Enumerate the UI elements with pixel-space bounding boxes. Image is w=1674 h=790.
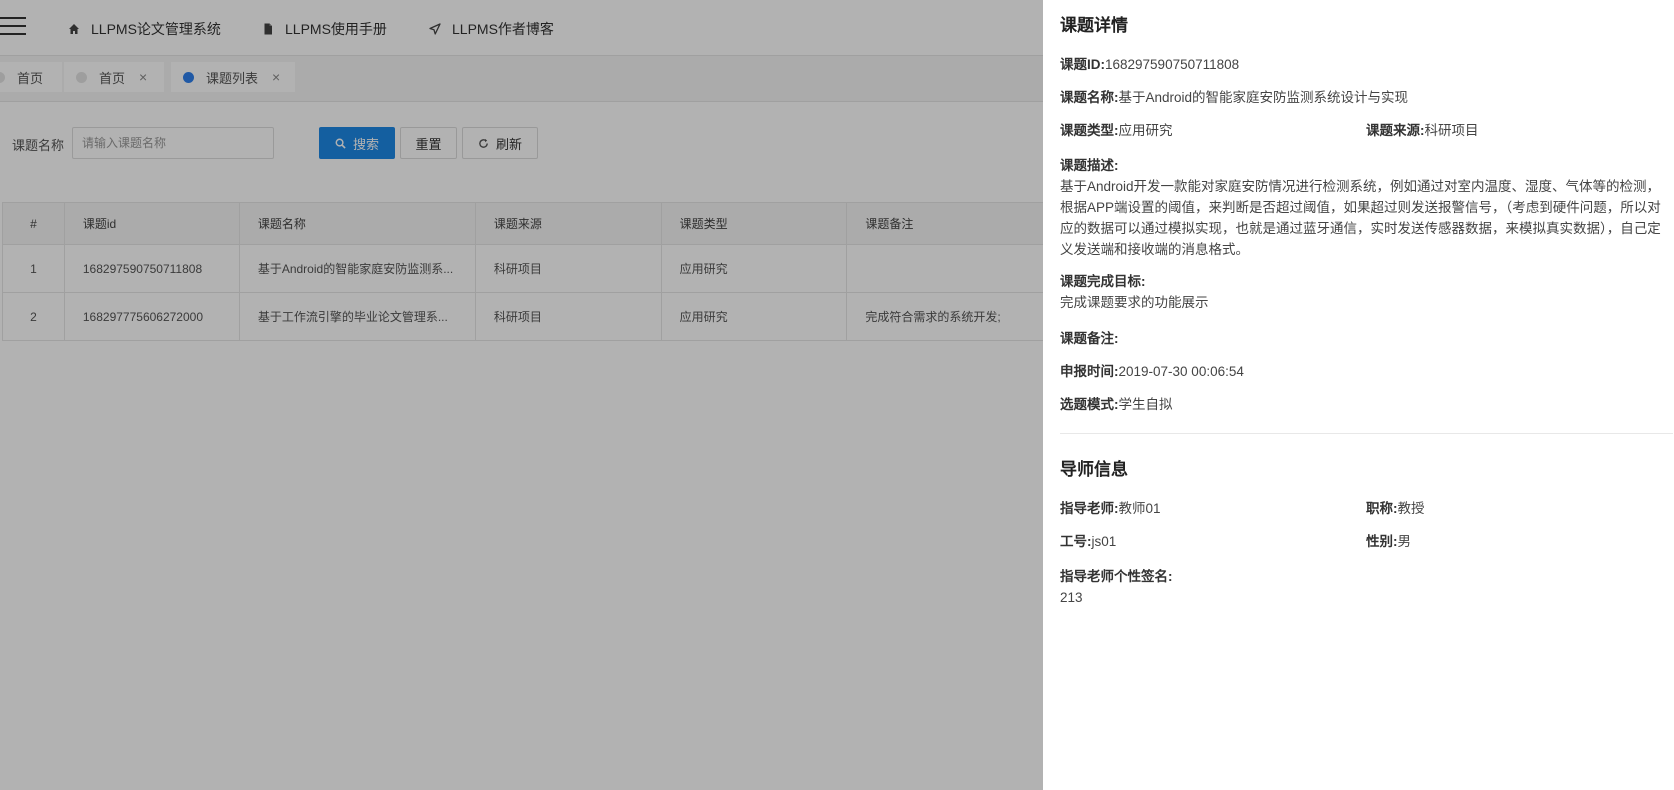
tutor-gender-field: 性别:男 — [1366, 534, 1411, 549]
detail-title: 课题详情 — [1060, 16, 1128, 35]
section-divider — [1060, 433, 1673, 434]
topic-id-field: 课题ID:168297590750711808 — [1060, 57, 1240, 72]
topic-detail-drawer: 课题详情 课题ID:168297590750711808 课题名称:基于Andr… — [1043, 0, 1674, 790]
topic-goal-field: 课题完成目标: 完成课题要求的功能展示 — [1060, 274, 1209, 310]
tutor-title: 导师信息 — [1060, 460, 1128, 479]
tutor-number-field: 工号:js01 — [1060, 534, 1117, 549]
topic-remark-field: 课题备注: — [1060, 331, 1119, 346]
tutor-name-field: 指导老师:教师01 — [1060, 501, 1161, 516]
topic-name-field: 课题名称:基于Android的智能家庭安防监测系统设计与实现 — [1060, 90, 1409, 105]
topic-description-field: 课题描述: 基于Android开发一款能对家庭安防情况进行检测系统，例如通过对室… — [1060, 158, 1661, 257]
submit-time-field: 申报时间:2019-07-30 00:06:54 — [1060, 364, 1244, 379]
tutor-rank-field: 职称:教授 — [1366, 501, 1425, 516]
selection-mode-field: 选题模式:学生自拟 — [1060, 397, 1173, 412]
topic-source-field: 课题来源:科研项目 — [1366, 123, 1479, 138]
tutor-signature-field: 指导老师个性签名: 213 — [1060, 569, 1173, 605]
topic-type-field: 课题类型:应用研究 — [1060, 123, 1173, 138]
